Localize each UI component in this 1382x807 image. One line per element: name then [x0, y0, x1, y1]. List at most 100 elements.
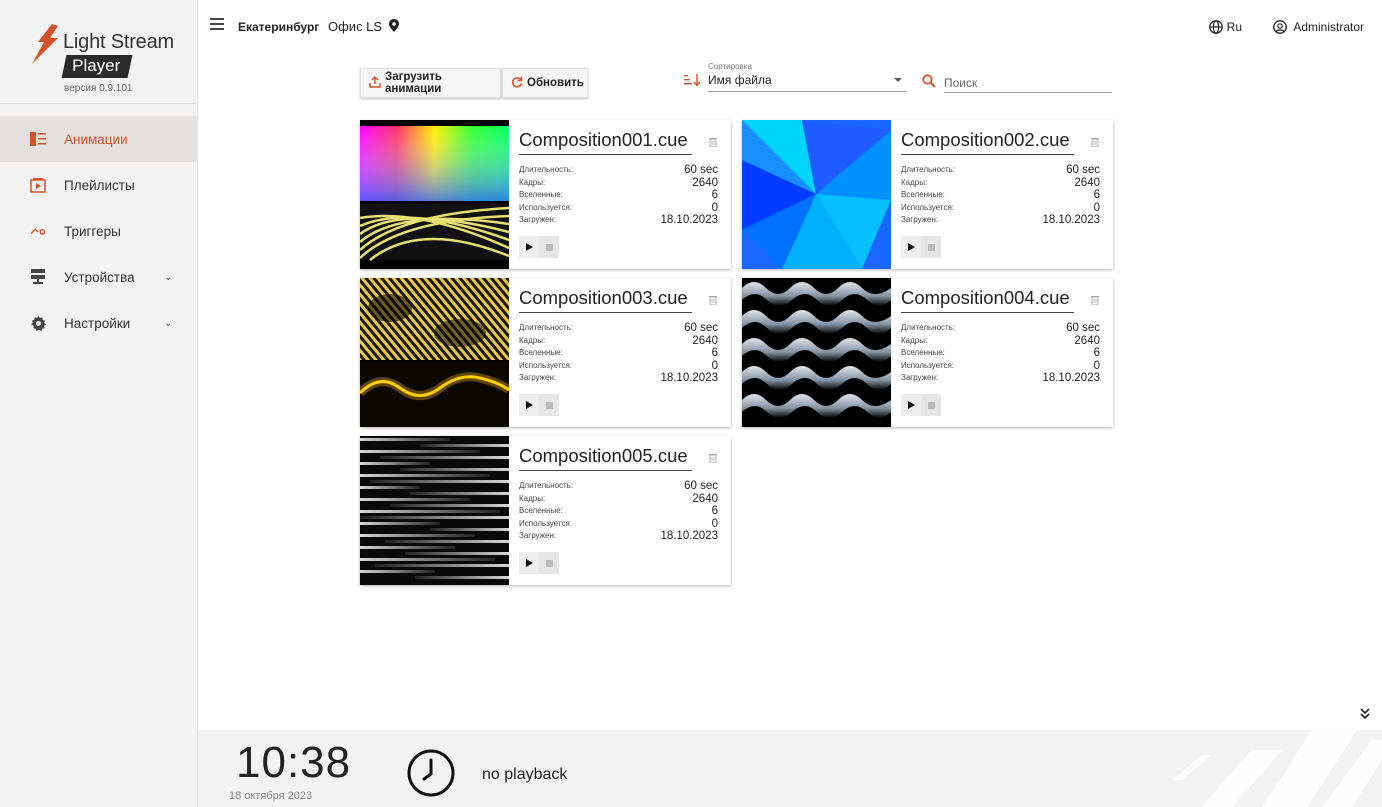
duration-value: 60 sec	[684, 322, 718, 334]
frames-label: Кадры:	[519, 177, 546, 187]
stop-button[interactable]	[539, 394, 559, 416]
stop-icon	[545, 243, 553, 251]
sidebar-item-playlists[interactable]: Плейлисты	[0, 162, 197, 208]
brand-name: Light Stream	[63, 31, 174, 53]
playlist-icon	[30, 177, 46, 193]
sort-icon	[684, 74, 700, 86]
duration-label: Длительность:	[901, 323, 956, 332]
used-label: Используется:	[901, 202, 954, 212]
used-label: Используется:	[519, 518, 572, 528]
sidebar-nav: Анимации Плейлисты Триггеры Устройства ⌄	[0, 116, 197, 346]
animation-meta: Длительность: 60 sec Кадры: 2640 Вселенные…	[901, 322, 1100, 385]
sidebar-item-devices[interactable]: Устройства ⌄	[0, 254, 197, 300]
trigger-icon	[30, 223, 46, 239]
used-value: 0	[1093, 201, 1100, 214]
duration-value: 60 sec	[684, 164, 718, 176]
animation-thumbnail	[742, 278, 891, 427]
clock-time: 10:38	[236, 738, 352, 787]
trash-icon[interactable]	[709, 137, 717, 147]
animation-meta: Длительность: 60 sec Кадры: 2640 Вселенные…	[901, 164, 1100, 227]
uploaded-value: 18.10.2023	[1042, 214, 1100, 226]
uploaded-label: Загружен:	[519, 215, 557, 224]
refresh-button[interactable]: Обновить	[502, 68, 588, 98]
animation-thumbnail	[360, 120, 509, 269]
trash-icon[interactable]	[709, 295, 717, 305]
play-button[interactable]	[901, 236, 921, 258]
play-button[interactable]	[901, 394, 921, 416]
user-menu[interactable]: Administrator	[1273, 20, 1364, 34]
gear-icon	[30, 315, 46, 331]
frames-label: Кадры:	[901, 177, 928, 187]
uploaded-label: Загружен:	[519, 531, 557, 540]
stop-icon	[927, 243, 935, 251]
stop-icon	[545, 559, 553, 567]
devices-icon	[30, 269, 46, 285]
sort-select[interactable]: Имя файла	[708, 73, 906, 92]
playback-status: no playback	[482, 766, 568, 783]
frames-value: 2640	[692, 176, 718, 189]
footer-player: 10:38 18 октября 2023 no playback	[198, 730, 1382, 807]
universes-label: Вселенные:	[519, 506, 563, 515]
upload-icon	[369, 75, 381, 91]
universes-label: Вселенные:	[519, 348, 563, 357]
stop-button[interactable]	[539, 236, 559, 258]
sidebar-item-label: Плейлисты	[64, 177, 135, 193]
sort-label: Сортировка	[708, 62, 752, 71]
animation-meta: Длительность: 60 sec Кадры: 2640 Вселенные…	[519, 322, 718, 385]
location-office[interactable]: Офис LS	[328, 19, 382, 34]
trash-icon[interactable]	[709, 453, 717, 463]
upload-button[interactable]: Загрузить анимации	[360, 68, 501, 98]
play-button[interactable]	[519, 394, 539, 416]
animation-card[interactable]: Composition003.cue Длительность: 60 sec К…	[360, 278, 731, 427]
uploaded-label: Загружен:	[519, 373, 557, 382]
uploaded-label: Загружен:	[901, 215, 939, 224]
trash-icon[interactable]	[1091, 295, 1099, 305]
account-icon	[1273, 20, 1288, 34]
play-button[interactable]	[519, 552, 539, 574]
frames-value: 2640	[692, 492, 718, 505]
play-icon	[525, 243, 533, 251]
stop-button[interactable]	[539, 552, 559, 574]
stop-button[interactable]	[921, 394, 941, 416]
sidebar-item-label: Анимации	[64, 131, 128, 147]
stop-icon	[927, 401, 935, 409]
app-version: версия 0.9.101	[64, 83, 133, 94]
play-icon	[525, 401, 533, 409]
animation-card[interactable]: Composition001.cue Длительность: 60 sec К…	[360, 120, 731, 269]
frames-label: Кадры:	[901, 335, 928, 345]
animation-card[interactable]: Composition004.cue Длительность: 60 sec К…	[742, 278, 1113, 427]
brand-product: Player	[61, 55, 133, 78]
top-bar: Екатеринбург Офис LS Ru Administrator	[198, 0, 1382, 56]
trash-icon[interactable]	[1091, 137, 1099, 147]
universes-label: Вселенные:	[901, 190, 945, 199]
globe-icon	[1208, 20, 1223, 34]
play-button[interactable]	[519, 236, 539, 258]
frames-label: Кадры:	[519, 493, 546, 503]
sidebar-item-animations[interactable]: Анимации	[0, 116, 197, 162]
sidebar-item-triggers[interactable]: Триггеры	[0, 208, 197, 254]
animation-name: Composition005.cue	[519, 445, 692, 471]
language-switch[interactable]: Ru	[1208, 20, 1242, 34]
universes-value: 6	[711, 505, 718, 517]
duration-label: Длительность:	[519, 165, 574, 174]
location-pin-icon	[389, 19, 399, 32]
sidebar-item-settings[interactable]: Настройки ⌄	[0, 300, 197, 346]
search-input[interactable]	[944, 73, 1112, 93]
animation-name: Composition001.cue	[519, 129, 692, 155]
animation-name: Composition003.cue	[519, 287, 692, 313]
collapse-footer-icon[interactable]	[1360, 708, 1370, 723]
sidebar-item-label: Триггеры	[64, 223, 121, 239]
frames-value: 2640	[1074, 176, 1100, 189]
animation-card[interactable]: Composition005.cue Длительность: 60 sec К…	[360, 436, 731, 585]
menu-icon[interactable]	[210, 18, 224, 30]
duration-label: Длительность:	[519, 481, 574, 490]
animation-thumbnail	[360, 278, 509, 427]
universes-label: Вселенные:	[901, 348, 945, 357]
animation-thumbnail	[360, 436, 509, 585]
stop-button[interactable]	[921, 236, 941, 258]
universes-value: 6	[1093, 347, 1100, 359]
animation-card[interactable]: Composition002.cue Длительность: 60 sec К…	[742, 120, 1113, 269]
used-value: 0	[711, 359, 718, 372]
sidebar: Light Stream Player версия 0.9.101 Анима…	[0, 0, 198, 807]
used-label: Используется:	[519, 202, 572, 212]
